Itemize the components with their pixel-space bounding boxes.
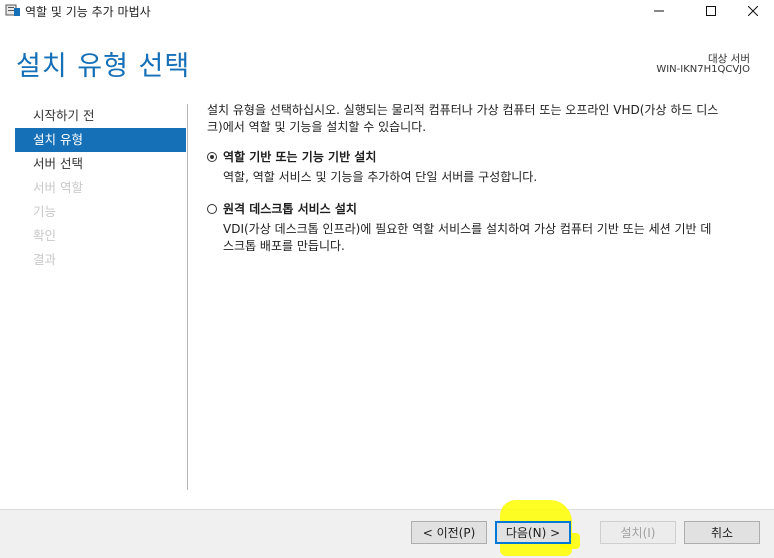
option-remote-desktop-description: VDI(가상 데스크톱 인프라)에 필요한 역할 서비스를 설치하여 가상 컴퓨… xyxy=(223,221,762,255)
option-role-based[interactable]: 역할 기반 또는 기능 기반 설치 역할, 역할 서비스 및 기능을 추가하여 … xyxy=(207,149,762,186)
description-text: 설치 유형을 선택하십시오. 실행되는 물리적 컴퓨터나 가상 컴퓨터 또는 오… xyxy=(207,102,762,136)
server-manager-icon xyxy=(5,4,20,16)
window-title: 역할 및 기능 추가 마법사 xyxy=(25,5,151,19)
nav-item-server-selection[interactable]: 서버 선택 xyxy=(15,152,186,176)
nav-item-results: 결과 xyxy=(33,252,57,267)
description-line-1: 설치 유형을 선택하십시오. 실행되는 물리적 컴퓨터나 가상 컴퓨터 또는 오… xyxy=(207,103,719,117)
destination-server-name: WIN-IKN7H1QCVJO xyxy=(656,64,750,75)
nav-item-confirmation: 확인 xyxy=(33,228,57,243)
option-remote-desktop[interactable]: 원격 데스크톱 서비스 설치 VDI(가상 데스크톱 인프라)에 필요한 역할 … xyxy=(207,201,762,255)
minimize-button[interactable] xyxy=(636,0,682,22)
option-remote-desktop-desc-line-2: 스크톱 배포를 만듭니다. xyxy=(223,239,345,253)
previous-button[interactable]: < 이전(P) xyxy=(411,521,487,544)
close-icon xyxy=(748,6,758,16)
option-role-based-description: 역할, 역할 서비스 및 기능을 추가하여 단일 서버를 구성합니다. xyxy=(223,170,538,184)
nav-item-installation-type[interactable]: 설치 유형 xyxy=(15,128,186,152)
minimize-icon xyxy=(654,10,664,12)
option-remote-desktop-desc-line-1: VDI(가상 데스크톱 인프라)에 필요한 역할 서비스를 설치하여 가상 컴퓨… xyxy=(223,222,712,236)
nav-item-server-roles: 서버 역할 xyxy=(33,180,83,195)
install-button: 설치(I) xyxy=(600,521,676,544)
cancel-button[interactable]: 취소 xyxy=(684,521,760,544)
nav-item-features: 기능 xyxy=(33,204,57,219)
option-role-based-label[interactable]: 역할 기반 또는 기능 기반 설치 xyxy=(223,149,762,166)
footer-buttons: < 이전(P) 다음(N) > 설치(I) 취소 xyxy=(0,509,774,557)
title-bar: 역할 및 기능 추가 마법사 xyxy=(0,0,774,22)
nav-item-before-you-begin[interactable]: 시작하기 전 xyxy=(15,104,186,128)
close-button[interactable] xyxy=(730,0,774,22)
option-remote-desktop-label[interactable]: 원격 데스크톱 서비스 설치 xyxy=(223,201,762,218)
wizard-steps-nav: 시작하기 전 설치 유형 서버 선택 서버 역할 기능 확인 결과 xyxy=(15,104,186,272)
radio-role-based[interactable] xyxy=(207,152,217,162)
description-line-2: 크)에서 역할 및 기능을 설치할 수 있습니다. xyxy=(207,120,427,134)
next-button[interactable]: 다음(N) > xyxy=(495,521,571,544)
maximize-icon xyxy=(706,6,716,16)
maximize-button[interactable] xyxy=(688,0,734,22)
main-content: 설치 유형을 선택하십시오. 실행되는 물리적 컴퓨터나 가상 컴퓨터 또는 오… xyxy=(207,102,762,255)
radio-remote-desktop[interactable] xyxy=(207,204,217,214)
page-title: 설치 유형 선택 xyxy=(16,51,191,82)
nav-divider xyxy=(187,104,188,490)
